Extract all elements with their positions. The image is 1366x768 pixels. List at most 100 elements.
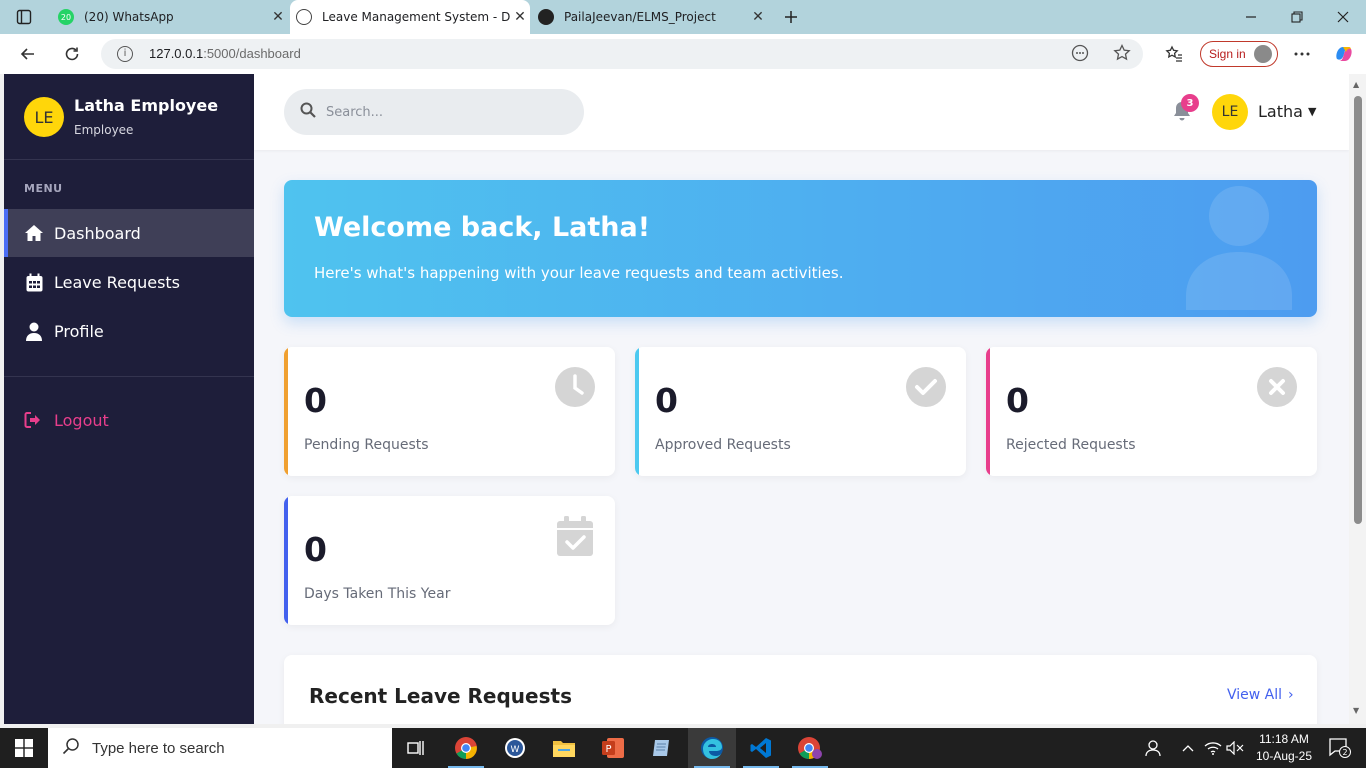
chevron-up-icon[interactable] [1176,728,1200,768]
taskbar-search-placeholder: Type here to search [92,739,225,757]
caret-down-icon: ▼ [1307,105,1317,118]
tab-close-icon[interactable]: ✕ [748,9,768,25]
sidebar-user-name: Latha Employee [74,96,219,115]
tab-label: PailaJeevan/ELMS_Project [564,10,716,24]
tab-whatsapp[interactable]: 20 (20) WhatsApp ✕ [52,0,288,34]
scroll-up-icon[interactable]: ▲ [1353,80,1359,89]
sidebar-divider [4,376,254,377]
stat-card-days-taken: 0 Days Taken This Year [284,496,615,625]
welcome-banner: Welcome back, Latha! Here's what's happe… [284,180,1317,317]
taskbar-search[interactable]: Type here to search [48,728,392,768]
address-bar[interactable]: i 127.0.0.1:5000/dashboard [101,39,1143,69]
svg-text:P: P [605,744,611,755]
sidebar-item-label: Profile [54,321,104,341]
sidebar-item-dashboard[interactable]: Dashboard [4,209,254,257]
sidebar-user-block: LE Latha Employee Employee [4,74,254,160]
file-explorer-icon[interactable] [540,728,588,768]
read-aloud-icon[interactable] [1071,44,1089,66]
vscode-icon[interactable] [737,728,785,768]
edge-icon[interactable] [688,728,736,768]
copilot-icon[interactable] [1330,40,1358,68]
profile-avatar-icon [1253,45,1272,63]
stat-card-rejected: 0 Rejected Requests [986,347,1317,476]
browser-tab-bar: 20 (20) WhatsApp ✕ Leave Management Syst… [0,0,1366,34]
welcome-title: Welcome back, Latha! [314,212,651,243]
page-scrollbar[interactable]: ▲ ▼ [1349,74,1366,724]
stat-value: 0 [655,381,678,420]
stat-card-approved: 0 Approved Requests [635,347,966,476]
sidebar-item-label: Dashboard [54,223,141,243]
sidebar-item-leave-requests[interactable]: Leave Requests [4,258,254,306]
favorites-icon[interactable] [1160,40,1188,68]
sidebar: LE Latha Employee Employee MENU Dashboar… [4,74,254,724]
chrome-icon[interactable] [442,728,490,768]
tab-elms-dashboard[interactable]: Leave Management System - Dashboard ✕ [290,0,530,34]
card-accent-bar [986,347,990,476]
card-accent-bar [635,347,639,476]
menu-title: MENU [24,182,63,195]
stat-value: 0 [1006,381,1029,420]
back-icon[interactable] [14,40,42,68]
notepad-icon[interactable] [638,728,686,768]
search-box[interactable] [284,89,584,135]
search-input[interactable] [326,104,566,120]
check-circle-icon [906,367,946,407]
section-title: Recent Leave Requests [309,684,572,708]
people-icon[interactable] [1140,728,1166,768]
windows-start-icon[interactable] [0,728,48,768]
url-text: 127.0.0.1:5000/dashboard [149,46,301,61]
chrome-profile-icon[interactable] [786,728,834,768]
windows-taskbar: Type here to search W P 11:18 AM 10-Aug-… [0,728,1366,768]
tab-close-icon[interactable]: ✕ [510,9,530,25]
logout-label: Logout [54,410,109,430]
sidebar-item-profile[interactable]: Profile [4,307,254,355]
clock-date: 10-Aug-25 [1255,749,1313,763]
stat-value: 0 [304,530,327,569]
more-menu-icon[interactable] [1288,40,1316,68]
tab-github[interactable]: PailaJeevan/ELMS_Project ✕ [534,0,768,34]
x-circle-icon [1257,367,1297,407]
card-accent-bar [284,496,288,625]
view-all-link[interactable]: View All › [1227,687,1294,703]
stat-card-pending: 0 Pending Requests [284,347,615,476]
word-icon[interactable]: W [491,728,539,768]
site-info-icon[interactable]: i [117,46,133,62]
avatar: LE [24,97,64,137]
sign-in-button[interactable]: Sign in [1200,41,1278,67]
logout-link[interactable]: Logout [24,410,109,430]
user-menu-name: Latha [1258,102,1303,121]
welcome-subtitle: Here's what's happening with your leave … [314,264,844,282]
new-tab-icon[interactable] [768,0,814,34]
task-view-icon[interactable] [392,728,440,768]
restore-icon[interactable] [1274,0,1320,34]
tab-close-icon[interactable]: ✕ [268,9,288,25]
calendar-check-icon [557,516,593,556]
topbar: 3 LE Latha ▼ [254,74,1349,150]
tab-actions-icon[interactable] [2,0,46,34]
user-menu[interactable]: Latha ▼ [1258,102,1316,121]
reload-icon[interactable] [58,40,86,68]
recent-requests-panel: Recent Leave Requests View All › [284,655,1317,724]
whatsapp-icon: 20 [58,9,74,25]
tab-label: Leave Management System - Dashboard [322,10,510,24]
clock-time: 11:18 AM [1259,732,1309,746]
volume-muted-icon[interactable] [1224,728,1246,768]
notification-badge: 3 [1181,94,1199,112]
system-clock[interactable]: 11:18 AM 10-Aug-25 [1252,731,1316,765]
scrollbar-thumb[interactable] [1354,96,1362,524]
notification-center-icon[interactable]: 2 [1320,728,1360,768]
powerpoint-icon[interactable]: P [589,728,637,768]
svg-text:W: W [511,745,520,755]
scroll-down-icon[interactable]: ▼ [1353,706,1359,715]
logout-icon [24,410,44,430]
avatar[interactable]: LE [1212,94,1248,130]
sign-in-label: Sign in [1209,47,1246,61]
close-window-icon[interactable] [1320,0,1366,34]
search-icon [62,737,80,759]
wifi-icon[interactable] [1202,728,1224,768]
github-icon [538,9,554,25]
favorite-star-icon[interactable] [1113,43,1131,66]
web-page: LE Latha Employee Employee MENU Dashboar… [4,74,1349,724]
minimize-icon[interactable] [1228,0,1274,34]
calendar-icon [24,272,44,292]
